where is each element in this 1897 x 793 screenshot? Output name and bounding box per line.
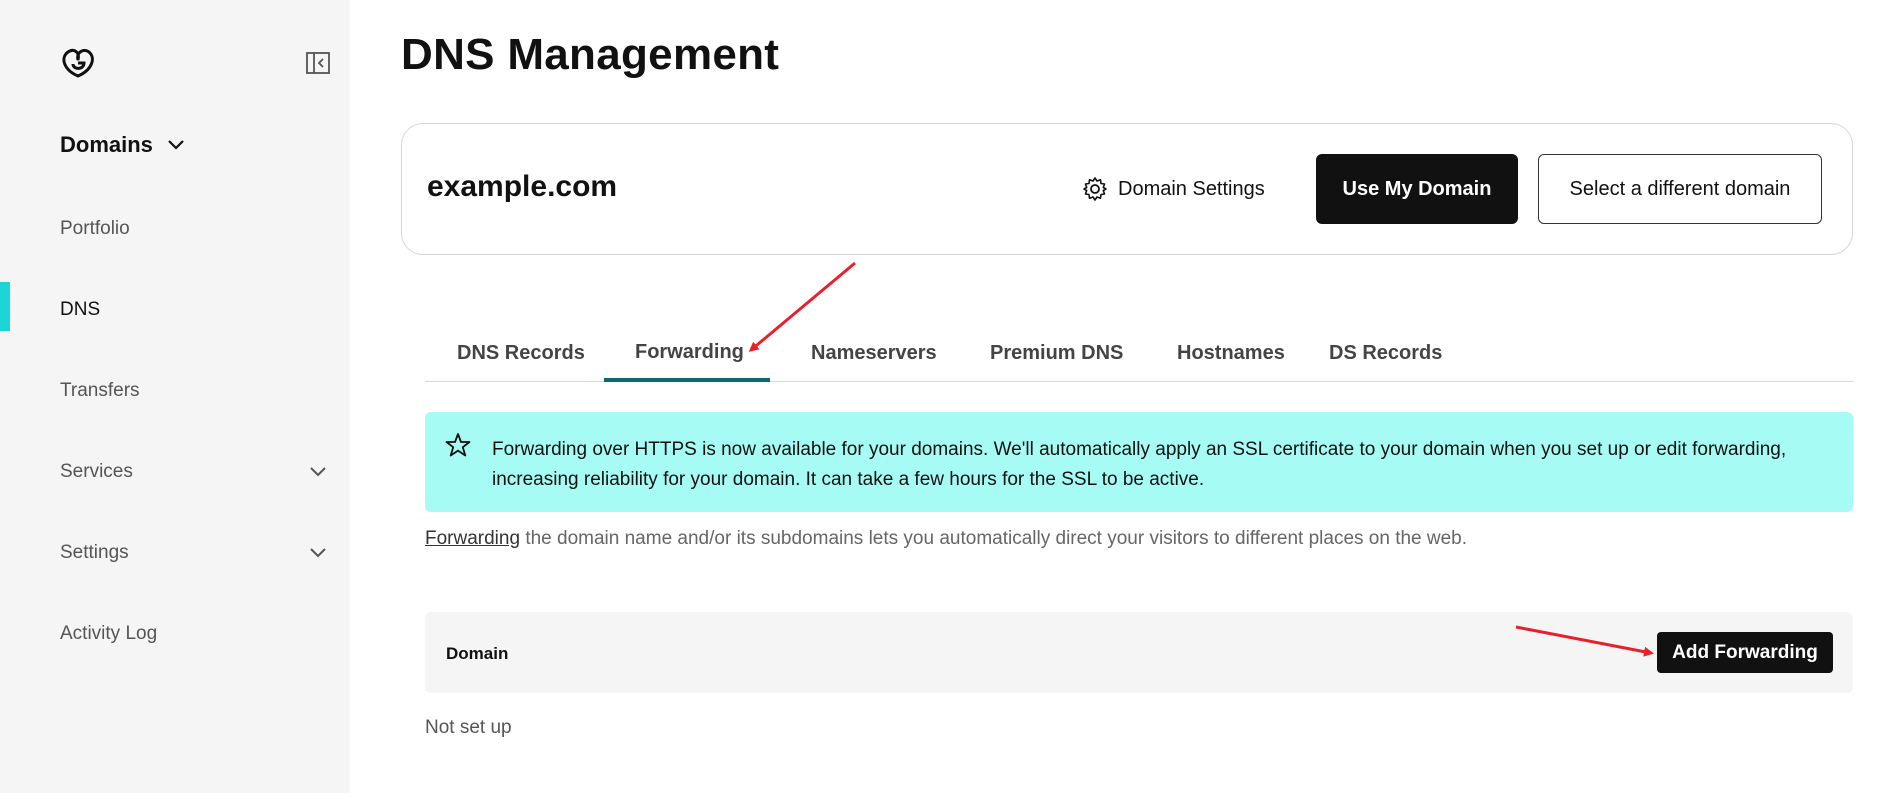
- sidebar-item-activity-log[interactable]: Activity Log: [0, 606, 350, 662]
- domain-settings-label: Domain Settings: [1118, 177, 1265, 200]
- collapse-sidebar-icon[interactable]: [306, 52, 330, 74]
- page-title: DNS Management: [401, 30, 780, 79]
- chevron-down-icon: [168, 140, 184, 150]
- sidebar-item-label: DNS: [60, 299, 101, 320]
- godaddy-logo-icon[interactable]: [58, 46, 98, 80]
- chevron-down-icon: [310, 467, 326, 477]
- sidebar-item-label: Portfolio: [60, 218, 130, 239]
- tab-dns-records[interactable]: DNS Records: [457, 342, 585, 365]
- sidebar-item-services[interactable]: Services: [0, 444, 350, 500]
- star-icon: [445, 433, 471, 457]
- domains-section-label: Domains: [60, 132, 153, 157]
- tab-ds-records[interactable]: DS Records: [1329, 342, 1442, 365]
- forwarding-description: Forwarding the domain name and/or its su…: [425, 528, 1467, 550]
- gear-icon: [1083, 177, 1107, 201]
- active-tab-underline: [604, 378, 770, 382]
- tab-hostnames[interactable]: Hostnames: [1177, 342, 1285, 365]
- column-header-domain: Domain: [446, 644, 509, 663]
- banner-text: Forwarding over HTTPS is now available f…: [492, 439, 1787, 490]
- tab-premium-dns[interactable]: Premium DNS: [990, 342, 1123, 365]
- chevron-down-icon: [310, 548, 326, 558]
- tab-forwarding[interactable]: Forwarding: [635, 341, 744, 364]
- tab-nameservers[interactable]: Nameservers: [811, 342, 937, 365]
- forwarding-table-header: Domain Add Forwarding: [425, 612, 1853, 693]
- dns-tabs: DNS Records Forwarding Nameservers Premi…: [425, 330, 1853, 382]
- sidebar: Domains Portfolio DNS Transfers Services…: [0, 0, 350, 793]
- sidebar-item-label: Transfers: [60, 380, 140, 401]
- description-text: the domain name and/or its subdomains le…: [520, 528, 1468, 549]
- empty-state-text: Not set up: [425, 717, 512, 738]
- domain-card: example.com Domain Settings Use My Domai…: [401, 123, 1853, 255]
- sidebar-item-label: Settings: [60, 542, 129, 563]
- add-forwarding-button[interactable]: Add Forwarding: [1657, 632, 1833, 673]
- sidebar-item-settings[interactable]: Settings: [0, 525, 350, 581]
- domain-name: example.com: [427, 170, 618, 203]
- sidebar-item-label: Services: [60, 461, 133, 482]
- domain-settings-link[interactable]: Domain Settings: [1082, 176, 1265, 202]
- use-my-domain-button[interactable]: Use My Domain: [1316, 154, 1518, 224]
- sidebar-item-label: Activity Log: [60, 623, 158, 644]
- select-different-domain-button[interactable]: Select a different domain: [1538, 154, 1822, 224]
- sidebar-item-portfolio[interactable]: Portfolio: [0, 201, 350, 257]
- forwarding-help-link[interactable]: Forwarding: [425, 528, 520, 549]
- sidebar-item-dns[interactable]: DNS: [0, 282, 350, 338]
- sidebar-item-transfers[interactable]: Transfers: [0, 363, 350, 419]
- domains-section-toggle[interactable]: Domains: [60, 132, 185, 158]
- https-forwarding-banner: Forwarding over HTTPS is now available f…: [425, 412, 1853, 512]
